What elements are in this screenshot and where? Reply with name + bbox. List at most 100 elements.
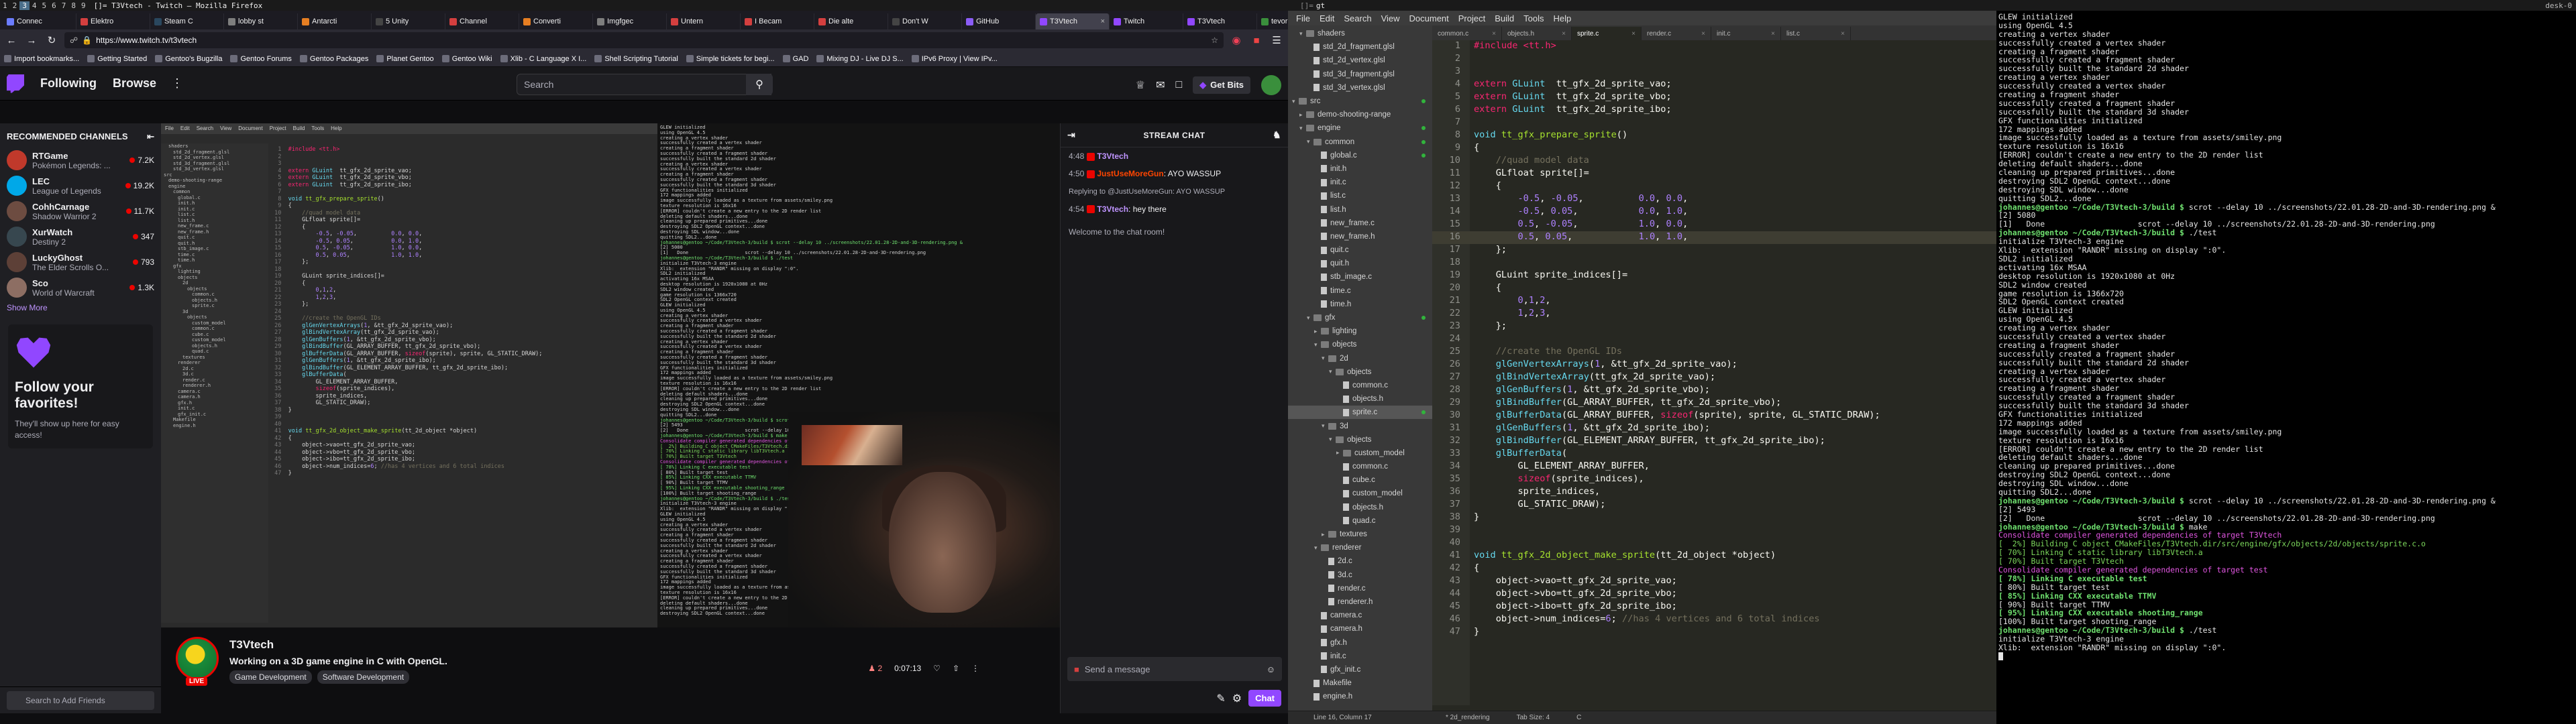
expand-right-icon[interactable]: ▸ [1322,531,1328,538]
sidebar-channel[interactable]: LuckyGhost The Elder Scrolls O... 793 [0,249,161,275]
browser-tab[interactable]: Untern [667,13,741,29]
inbox-icon[interactable]: ✉ [1156,78,1165,92]
code-line[interactable]: 9{ [1432,142,1996,155]
code-line[interactable]: 38} [1432,511,1996,524]
tree-file[interactable]: quit.h [1288,257,1432,270]
bookmark-item[interactable]: Import bookmarks... [4,55,79,63]
chat-username[interactable]: T3Vtech [1097,152,1128,161]
code-line[interactable]: 6 extern GLuint tt_gfx_2d_sprite_ibo; [1432,104,1996,117]
emote-icon[interactable]: ☺ [1267,664,1275,674]
tree-folder[interactable]: ▾ gfx [1288,311,1432,324]
code-line[interactable]: 46 object->num_indices=6; //has 4 vertic… [1432,613,1996,626]
stream-tag[interactable]: Software Development [317,670,410,684]
expand-down-icon[interactable]: ▾ [1299,30,1306,38]
workspace-8[interactable]: 8 [68,1,78,10]
tree-file[interactable]: common.c [1288,460,1432,473]
collapse-chat-icon[interactable]: ⇥ [1067,129,1075,141]
code-line[interactable]: 19 GLuint sprite_indices[]= [1432,269,1996,282]
terminal-cursor-line[interactable] [1998,652,2574,661]
tree-folder[interactable]: ▸ custom_model [1288,446,1432,460]
lock-icon[interactable]: 🔒 [82,36,92,45]
tree-folder[interactable]: ▾ shaders [1288,27,1432,40]
browser-tab[interactable]: Converti [519,13,593,29]
code-line[interactable]: 20 { [1432,282,1996,295]
stream-tag[interactable]: Game Development [229,670,312,684]
tree-folder[interactable]: ▾ objects [1288,338,1432,351]
settings-gear-icon[interactable]: ⚙ [1232,692,1242,705]
code-line[interactable]: 44 object->vbo=tt_gfx_2d_sprite_vbo; [1432,588,1996,601]
bookmark-item[interactable]: Getting Started [87,55,147,63]
workspace-4[interactable]: 4 [30,1,40,10]
url-bar[interactable]: ☍ 🔒 https://www.twitch.tv/t3vtech ☆ [64,32,1224,48]
workspace-5[interactable]: 5 [40,1,50,10]
close-icon[interactable]: × [1841,30,1845,38]
browser-tab[interactable]: Antarcti [298,13,372,29]
sidebar-channel[interactable]: RTGame Pokémon Legends: ... 7.2K [0,147,161,173]
tree-file[interactable]: init.h [1288,162,1432,176]
browser-tab[interactable]: I Becam [741,13,814,29]
expand-down-icon[interactable]: ▾ [1322,422,1328,430]
tree-file[interactable]: objects.h [1288,392,1432,406]
tree-file[interactable]: renderer.h [1288,595,1432,609]
sidebar-channel[interactable]: XurWatch Destiny 2 347 [0,224,161,249]
code-line[interactable]: 24 [1432,333,1996,346]
bookmark-item[interactable]: Mixing DJ - Live DJ S... [816,55,904,63]
menu-item[interactable]: Project [1458,13,1485,23]
code-line[interactable]: 15 0.5, -0.05, 1.0, 0.0, [1432,219,1996,231]
code-line[interactable]: 17 }; [1432,244,1996,257]
browser-tab[interactable]: GitHub [962,13,1036,29]
user-avatar[interactable] [1261,75,1281,95]
expand-down-icon[interactable]: ▾ [1292,98,1299,105]
tree-file[interactable]: std_3d_vertex.glsl [1288,81,1432,95]
more-menu-icon[interactable]: ⋮ [171,76,183,90]
bookmark-star-icon[interactable]: ☆ [1211,36,1218,45]
tree-file[interactable]: common.c [1288,379,1432,392]
bookmark-item[interactable]: Gentoo's Bugzilla [155,55,222,63]
code-line[interactable]: 11 GLfloat sprite[]= [1432,168,1996,180]
tree-file[interactable]: 3d.c [1288,568,1432,582]
tree-folder[interactable]: ▾ objects [1288,433,1432,446]
workspace-7[interactable]: 7 [59,1,69,10]
tree-folder[interactable]: ▾ src [1288,95,1432,108]
editor-tab[interactable]: init.c × [1711,27,1781,40]
code-line[interactable]: 16 0.5, 0.05, 1.0, 1.0, [1432,231,1996,244]
code-line[interactable]: 36 sprite_indices, [1432,486,1996,499]
tree-folder[interactable]: ▾ renderer [1288,541,1432,554]
tree-file[interactable]: camera.c [1288,609,1432,622]
code-line[interactable]: 2 [1432,53,1996,66]
menu-item[interactable]: View [1381,13,1400,23]
code-line[interactable]: 22 1,2,3, [1432,308,1996,320]
browser-tab[interactable]: Twitch [1110,13,1183,29]
whisper-icon[interactable]: □ [1175,79,1182,91]
expand-right-icon[interactable]: ▸ [1336,449,1343,457]
search-icon[interactable]: ⚲ [746,74,773,95]
bits-icon[interactable]: ■ [1074,664,1079,674]
tree-file[interactable]: std_2d_vertex.glsl [1288,54,1432,67]
tree-folder[interactable]: ▾ 3d [1288,419,1432,432]
channel-name[interactable]: T3Vtech [229,638,274,652]
heart-outline-icon[interactable]: ♡ [933,664,941,673]
browser-tab[interactable]: Steam C [150,13,224,29]
expand-down-icon[interactable]: ▾ [1314,341,1321,349]
code-line[interactable]: 33 glBufferData( [1432,448,1996,461]
menu-item[interactable]: Tools [1523,13,1544,23]
close-icon[interactable]: × [1562,30,1566,38]
code-line[interactable]: 3 [1432,66,1996,78]
tree-file[interactable]: new_frame.h [1288,230,1432,243]
sidebar-channel[interactable]: CohhCarnage Shadow Warrior 2 11.7K [0,198,161,224]
code-line[interactable]: 13 -0.5, -0.05, 0.0, 0.0, [1432,193,1996,206]
tree-folder[interactable]: ▾ objects [1288,365,1432,379]
browser-tab[interactable]: Channel [445,13,519,29]
tree-file[interactable]: stb_image.c [1288,270,1432,284]
tree-file[interactable]: std_3d_fragment.glsl [1288,68,1432,81]
tree-folder[interactable]: ▸ demo-shooting-range [1288,108,1432,121]
tree-file[interactable]: custom_model [1288,487,1432,500]
code-line[interactable]: 23 }; [1432,320,1996,333]
chat-username[interactable]: T3Vtech [1097,204,1128,214]
bookmark-item[interactable]: GAD [782,55,808,63]
terminal-window[interactable]: GLEW initialized using OpenGL 4.5 creating… [1996,11,2576,724]
code-line[interactable]: 41 void tt_gfx_2d_object_make_sprite(tt_2… [1432,550,1996,562]
chat-input[interactable]: ■ Send a message ☺ [1067,657,1282,681]
extension-icon[interactable]: ■ [1249,33,1264,48]
code-line[interactable]: 43 object->vao=tt_gfx_2d_sprite_vao; [1432,575,1996,588]
